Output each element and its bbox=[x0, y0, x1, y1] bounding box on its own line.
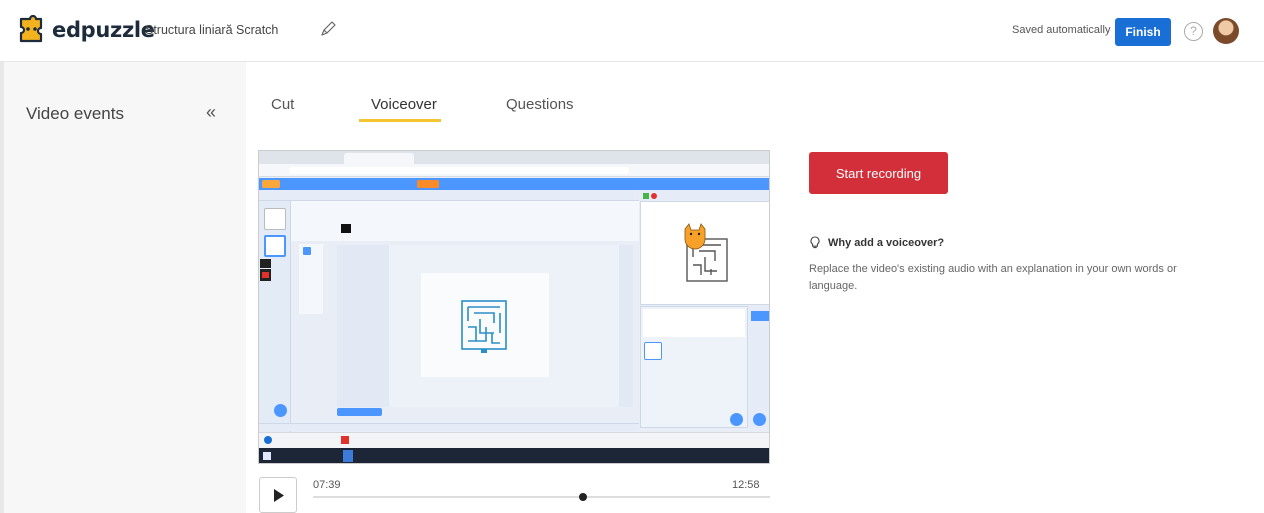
help-circle-icon[interactable]: ? bbox=[1184, 22, 1203, 41]
stage-target-pane bbox=[749, 306, 769, 428]
video-browser-tabs bbox=[259, 151, 769, 164]
video-overlay-record-dot bbox=[262, 272, 269, 278]
current-time: 07:39 bbox=[313, 479, 341, 491]
add-costume-button bbox=[274, 404, 287, 417]
stage-header bbox=[640, 190, 769, 201]
lightbulb-icon bbox=[810, 236, 820, 249]
maze-costume bbox=[461, 300, 507, 353]
select-tool bbox=[303, 247, 311, 255]
edpuzzle-puzzle-icon bbox=[19, 14, 43, 43]
windows-start-icon bbox=[263, 452, 271, 460]
progress-knob[interactable] bbox=[578, 493, 587, 501]
stop-icon bbox=[651, 193, 657, 199]
total-time: 12:58 bbox=[732, 479, 760, 491]
add-backdrop-button bbox=[753, 413, 766, 426]
avatar[interactable] bbox=[1213, 18, 1239, 44]
tab-cut[interactable]: Cut bbox=[271, 96, 294, 113]
paint-toolbar bbox=[291, 201, 639, 241]
video-events-panel: Video events « bbox=[0, 62, 246, 513]
scratch-share-button bbox=[417, 180, 439, 188]
play-icon bbox=[274, 489, 284, 502]
play-button[interactable] bbox=[259, 477, 297, 513]
scratch-editor-tabs bbox=[259, 190, 639, 201]
active-tab-indicator bbox=[359, 119, 441, 122]
tab-questions[interactable]: Questions bbox=[506, 96, 574, 113]
video-browser-active-tab bbox=[344, 153, 414, 164]
progress-fill bbox=[313, 496, 583, 498]
panel-title: Video events bbox=[26, 104, 124, 123]
tip-title: Why add a voiceover? bbox=[828, 236, 945, 249]
backpack-bar bbox=[259, 423, 639, 431]
scratch-menu-bar bbox=[259, 178, 769, 190]
tip-description: Replace the video's existing audio with … bbox=[809, 263, 1177, 292]
progress-bar[interactable] bbox=[313, 493, 770, 501]
project-title: Structura liniară Scratch bbox=[145, 23, 279, 37]
video-url-field bbox=[289, 167, 629, 174]
windows-taskbar bbox=[259, 448, 769, 463]
sprite-thumb bbox=[644, 342, 662, 360]
download-file-icon bbox=[264, 436, 272, 444]
logo-text: edpuzzle bbox=[52, 18, 155, 42]
browser-download-bar bbox=[259, 432, 769, 448]
voiceover-tip: Why add a voiceover? bbox=[810, 236, 944, 249]
finish-button[interactable]: Finish bbox=[1115, 18, 1171, 46]
taskbar-active-app bbox=[343, 450, 353, 462]
add-sprite-button bbox=[730, 413, 743, 426]
green-flag-icon bbox=[643, 193, 649, 199]
top-bar: edpuzzle Structura liniară Scratch Saved… bbox=[0, 0, 1264, 62]
convert-button bbox=[337, 408, 382, 416]
costume-thumb-2 bbox=[264, 235, 286, 257]
cat-sprite-on-maze bbox=[684, 223, 728, 282]
stage-target-tab bbox=[751, 311, 769, 321]
sprite-properties bbox=[643, 309, 745, 337]
saved-status: Saved automatically bbox=[1012, 24, 1111, 36]
logo[interactable]: edpuzzle bbox=[16, 14, 155, 46]
costume-thumb-1 bbox=[264, 208, 286, 230]
video-overlay-badge bbox=[260, 259, 271, 268]
video-frame[interactable] bbox=[258, 150, 770, 464]
double-chevron-left-icon[interactable]: « bbox=[206, 102, 216, 123]
tab-voiceover[interactable]: Voiceover bbox=[371, 96, 437, 113]
start-recording-button[interactable]: Start recording bbox=[809, 152, 948, 194]
scratch-logo bbox=[262, 180, 280, 188]
paint-outline-swatch bbox=[341, 224, 351, 233]
pencil-icon[interactable] bbox=[318, 19, 338, 39]
pdf-file-icon bbox=[341, 436, 349, 444]
